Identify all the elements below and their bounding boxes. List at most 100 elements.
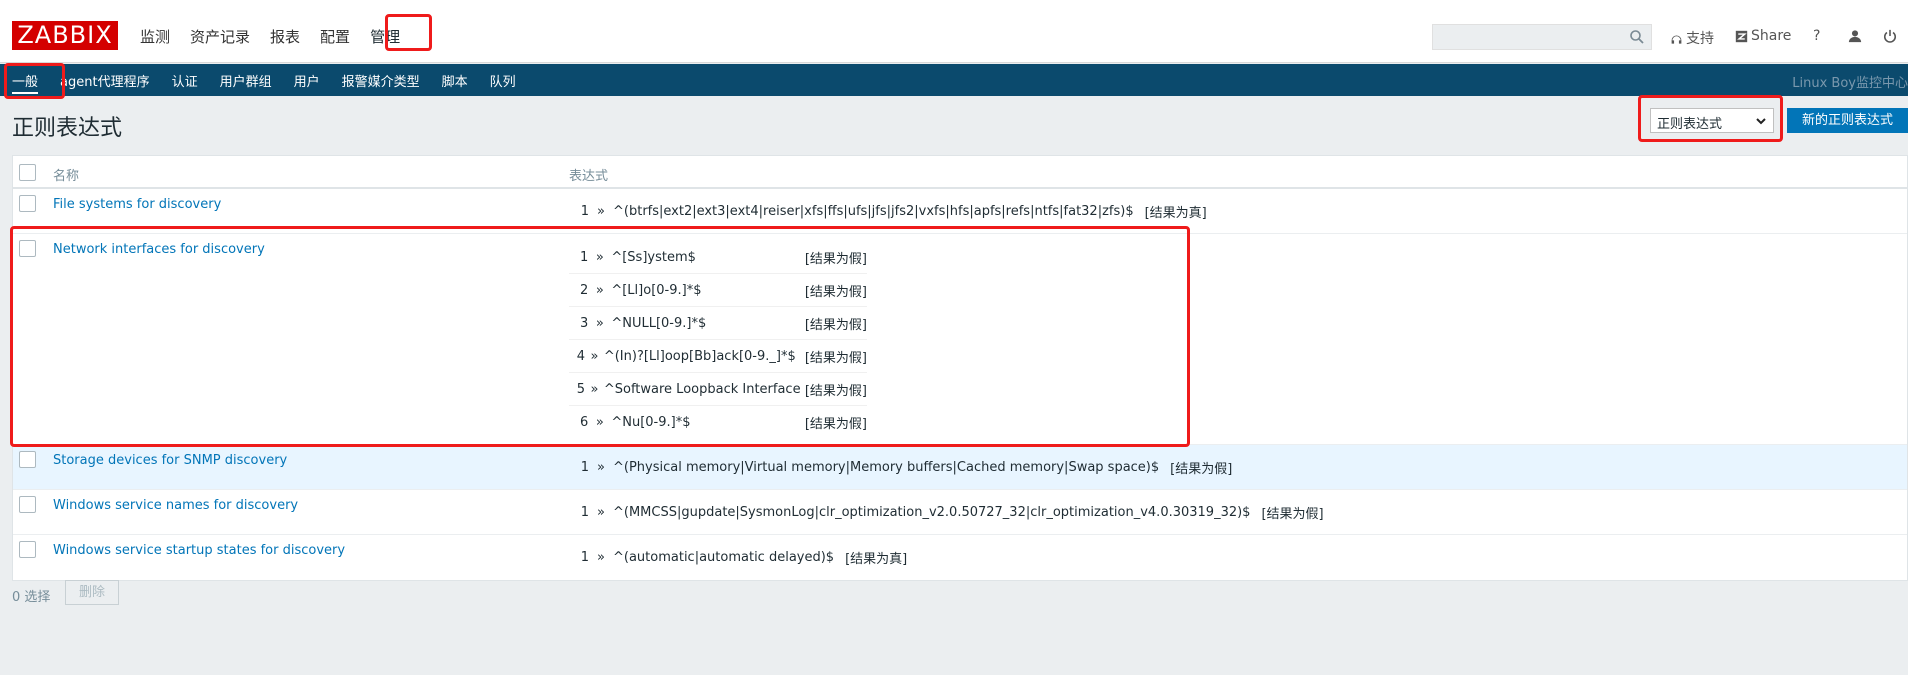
regexp-name-link[interactable]: Network interfaces for discovery: [53, 242, 265, 257]
table-row: File systems for discovery 1 » ^(btrfs|e…: [13, 189, 1907, 234]
headset-icon: [1671, 35, 1682, 44]
header-expression: 表达式: [569, 169, 609, 184]
expression-arrow: »: [595, 249, 604, 265]
expression-result: [结果为假]: [804, 317, 867, 333]
expression-text: ^Software Loopback Interface: [603, 381, 801, 397]
table-row: Network interfaces for discovery 1 » ^[S…: [13, 234, 1907, 445]
row-checkbox[interactable]: [19, 240, 36, 257]
expression-number: 1: [580, 550, 589, 565]
subnav-user-groups[interactable]: 用户群组: [220, 71, 272, 94]
selected-count: 0 选择: [12, 590, 51, 605]
expression-result: [结果为假]: [1170, 462, 1233, 477]
select-all-checkbox[interactable]: [19, 164, 36, 181]
main-nav: 监测 资产记录 报表 配置 管理: [140, 26, 420, 47]
expression-item: 6 » ^Nu[0-9.]*$ [结果为假]: [569, 406, 867, 439]
expression-item: 4 » ^(In)?[Ll]oop[Bb]ack[0-9._]*$ [结果为假]: [569, 340, 867, 373]
view-select-value: 正则表达式: [1657, 117, 1723, 132]
subnav-proxies[interactable]: agent代理程序: [60, 71, 150, 94]
chevron-down-icon: [1756, 118, 1766, 125]
subnav-authentication[interactable]: 认证: [172, 71, 198, 94]
logout-button[interactable]: [1883, 28, 1900, 44]
help-icon[interactable]: ?: [1813, 28, 1820, 44]
expression-item: 5 » ^Software Loopback Interface [结果为假]: [569, 373, 867, 406]
top-bar: ZABBIX 监测 资产记录 报表 配置 管理 支持 Share ?: [0, 0, 1908, 63]
subnav-general[interactable]: 一般: [12, 71, 39, 94]
expression-text: ^(btrfs|ext2|ext3|ext4|reiser|xfs|ffs|uf…: [613, 204, 1134, 219]
table-header: 名称 表达式: [13, 156, 1907, 189]
expression-item: 2 » ^[Ll]o[0-9.]*$ [结果为假]: [569, 274, 867, 307]
expression-text: ^(In)?[Ll]oop[Bb]ack[0-9._]*$: [603, 348, 796, 364]
row-checkbox[interactable]: [19, 496, 36, 513]
expression-arrow: »: [590, 348, 599, 364]
expression-result: [结果为假]: [804, 417, 867, 432]
expression-number: 5: [576, 381, 586, 397]
row-checkbox[interactable]: [19, 451, 36, 468]
expression-arrow: »: [597, 460, 605, 475]
expression-arrow: »: [597, 204, 605, 219]
delete-button[interactable]: 删除: [65, 580, 119, 605]
expression-item: 1 » ^(btrfs|ext2|ext3|ext4|reiser|xfs|ff…: [569, 195, 1207, 228]
view-select[interactable]: 正则表达式: [1650, 108, 1774, 133]
search-input[interactable]: [1432, 24, 1652, 50]
expression-number: 2: [580, 282, 589, 298]
expression-result: [结果为假]: [804, 284, 867, 300]
nav-configuration[interactable]: 配置: [320, 26, 350, 47]
expression-number: 4: [576, 348, 586, 364]
expression-text: ^[Ss]ystem$: [611, 249, 696, 265]
sub-nav: 一般 agent代理程序 认证 用户群组 用户 报警媒介类型 脚本 队列 Lin…: [0, 64, 1908, 96]
share-label: Share: [1751, 28, 1792, 44]
regexp-table: 名称 表达式 File systems for discovery 1 » ^(…: [12, 155, 1908, 581]
expression-arrow: »: [595, 415, 604, 430]
expression-number: 6: [580, 415, 589, 430]
expression-list: 1 » ^[Ss]ystem$ [结果为假] 2 » ^[Ll]o[0-9.]*…: [569, 241, 867, 439]
nav-monitoring[interactable]: 监测: [140, 26, 170, 47]
expression-text: ^Nu[0-9.]*$: [611, 415, 691, 430]
expression-arrow: »: [595, 315, 604, 331]
row-checkbox[interactable]: [19, 541, 36, 558]
expression-item: 1 » ^[Ss]ystem$ [结果为假]: [569, 241, 867, 274]
expression-item: 3 » ^NULL[0-9.]*$ [结果为假]: [569, 307, 867, 340]
nav-reports[interactable]: 报表: [270, 26, 300, 47]
support-link[interactable]: 支持: [1670, 28, 1714, 48]
expression-number: 1: [580, 249, 589, 265]
search-icon[interactable]: [1629, 29, 1645, 45]
expression-arrow: »: [595, 282, 604, 298]
power-icon: [1884, 29, 1896, 43]
expression-number: 1: [580, 460, 589, 475]
server-name: Linux Boy监控中心: [1792, 76, 1908, 91]
expression-list: 1 » ^(Physical memory|Virtual memory|Mem…: [569, 451, 1233, 484]
share-link[interactable]: Share: [1735, 28, 1791, 44]
subnav-scripts[interactable]: 脚本: [442, 71, 468, 94]
subnav-media-types[interactable]: 报警媒介类型: [342, 71, 420, 94]
expression-result: [结果为真]: [1144, 206, 1207, 221]
expression-result: [结果为假]: [804, 350, 867, 366]
table-row: Windows service names for discovery 1 » …: [13, 490, 1907, 535]
expression-arrow: »: [590, 381, 599, 397]
subnav-users[interactable]: 用户: [294, 71, 320, 94]
header-name[interactable]: 名称: [53, 165, 79, 184]
regexp-name-link[interactable]: Windows service names for discovery: [53, 498, 298, 513]
nav-administration[interactable]: 管理: [370, 26, 400, 47]
table-row: Windows service startup states for disco…: [13, 535, 1907, 580]
expression-number: 1: [580, 204, 589, 219]
expression-list: 1 » ^(automatic|automatic delayed)$ [结果为…: [569, 541, 908, 574]
expression-item: 1 » ^(automatic|automatic delayed)$ [结果为…: [569, 541, 908, 574]
nav-inventory[interactable]: 资产记录: [190, 26, 250, 47]
support-label: 支持: [1686, 31, 1714, 47]
subnav-queue[interactable]: 队列: [490, 71, 516, 94]
regexp-name-link[interactable]: Windows service startup states for disco…: [53, 543, 345, 558]
expression-list: 1 » ^(btrfs|ext2|ext3|ext4|reiser|xfs|ff…: [569, 195, 1207, 228]
regexp-name-link[interactable]: Storage devices for SNMP discovery: [53, 453, 287, 468]
expression-arrow: »: [597, 505, 605, 520]
expression-arrow: »: [597, 550, 605, 565]
user-icon: [1848, 30, 1862, 43]
regexp-name-link[interactable]: File systems for discovery: [53, 197, 221, 212]
expression-text: ^[Ll]o[0-9.]*$: [611, 282, 702, 298]
expression-text: ^NULL[0-9.]*$: [611, 315, 707, 331]
expression-item: 1 » ^(MMCSS|gupdate|SysmonLog|clr_optimi…: [569, 496, 1324, 529]
user-profile-button[interactable]: [1848, 28, 1865, 44]
zabbix-logo[interactable]: ZABBIX: [12, 21, 118, 50]
expression-number: 3: [580, 315, 589, 331]
row-checkbox[interactable]: [19, 195, 36, 212]
create-regexp-button[interactable]: 新的正则表达式: [1787, 108, 1908, 133]
